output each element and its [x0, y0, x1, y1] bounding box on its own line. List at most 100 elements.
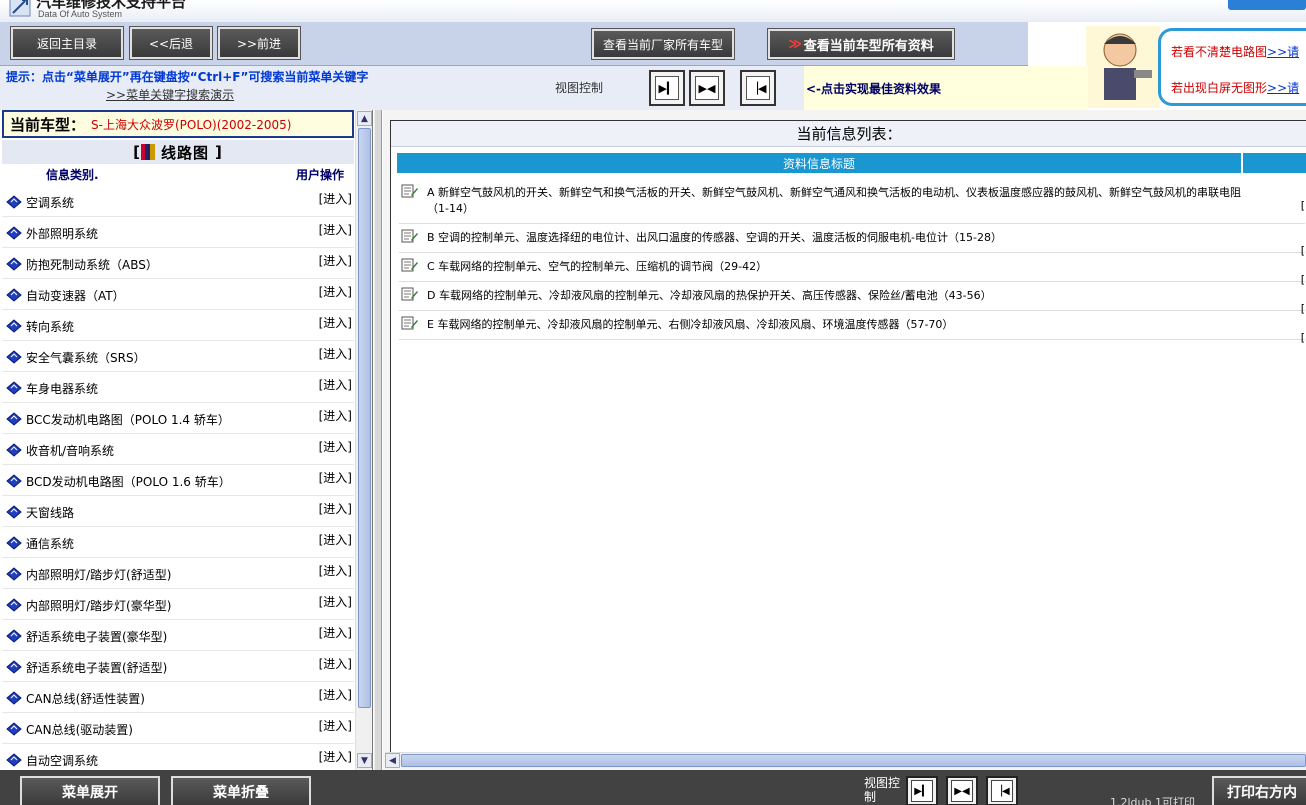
diamond-book-icon	[6, 474, 22, 488]
help-link-2[interactable]: >>请	[1267, 81, 1299, 95]
info-row[interactable]: D 车载网络的控制单元、冷却液风扇的控制单元、冷却液风扇的热保护开关、高压传感器…	[399, 282, 1305, 315]
list-item-label: BCC发动机电路图（POLO 1.4 轿车）	[26, 413, 230, 427]
scrollbar-thumb[interactable]	[358, 128, 371, 708]
scroll-left-icon[interactable]: ◀	[385, 753, 400, 768]
info-row-action[interactable]: [	[1301, 331, 1305, 344]
list-item[interactable]: 外部照明系统 [进入]	[2, 217, 354, 248]
info-row-title: D 车载网络的控制单元、冷却液风扇的控制单元、冷却液风扇的热保护开关、高压传感器…	[427, 289, 992, 302]
list-item-label: 通信系统	[26, 537, 75, 551]
help-link-1[interactable]: >>请	[1267, 45, 1299, 59]
section-bracket-close: ]	[215, 143, 223, 161]
list-item[interactable]: BCC发动机电路图（POLO 1.4 轿车） [进入]	[2, 403, 354, 434]
enter-link[interactable]: [进入]	[319, 562, 352, 579]
enter-link[interactable]: [进入]	[319, 376, 352, 393]
enter-link[interactable]: [进入]	[319, 748, 352, 765]
view-control-label: 视图控制	[555, 81, 604, 95]
list-item[interactable]: 自动空调系统 [进入]	[2, 744, 354, 770]
list-item[interactable]: 舒适系统电子装置(舒适型) [进入]	[2, 651, 354, 682]
enter-link[interactable]: [进入]	[319, 624, 352, 641]
home-button[interactable]: 返回主目录	[10, 26, 124, 60]
search-demo-link[interactable]: >>菜单关键字搜索演示	[106, 86, 234, 103]
info-row[interactable]: E 车载网络的控制单元、冷却液风扇的控制单元、右侧冷却液风扇、冷却液风扇、环境温…	[399, 311, 1305, 344]
menu-expand-button[interactable]: 菜单展开	[20, 776, 160, 805]
document-pencil-icon	[401, 258, 418, 272]
enter-link[interactable]: [进入]	[319, 531, 352, 548]
print-button[interactable]: 打印右方内	[1212, 776, 1306, 805]
enter-link[interactable]: [进入]	[319, 252, 352, 269]
search-hint: 提示：点击“菜单展开”再在键盘按“Ctrl+F”可搜索当前菜单关键字	[6, 70, 369, 84]
list-item[interactable]: 舒适系统电子装置(豪华型) [进入]	[2, 620, 354, 651]
list-item[interactable]: 车身电器系统 [进入]	[2, 372, 354, 403]
enter-link[interactable]: [进入]	[319, 345, 352, 362]
list-item[interactable]: 转向系统 [进入]	[2, 310, 354, 341]
enter-link[interactable]: [进入]	[319, 686, 352, 703]
list-item[interactable]: 内部照明灯/踏步灯(舒适型) [进入]	[2, 558, 354, 589]
list-item[interactable]: BCD发动机电路图（POLO 1.6 轿车） [进入]	[2, 465, 354, 496]
help-line-1: 若看不清楚电路图>>请	[1171, 43, 1299, 60]
list-item-label: 空调系统	[26, 196, 75, 210]
help-line-2: 若出现白屏无图形>>请	[1171, 79, 1299, 96]
double-chevron-icon: ≫	[788, 36, 802, 52]
scroll-up-icon[interactable]: ▲	[357, 111, 372, 126]
model-all-data-button[interactable]: ≫ 查看当前车型所有资料	[767, 28, 955, 60]
info-row-action[interactable]: [	[1301, 199, 1305, 212]
info-panel: 当前信息列表： 资料信息标题 A 新鲜空气鼓风机的开关、新鲜空气和换气活板的开关…	[383, 110, 1306, 770]
list-item-label: 收音机/音响系统	[26, 444, 115, 458]
document-pencil-icon	[401, 229, 418, 243]
enter-link[interactable]: [进入]	[319, 655, 352, 672]
info-hscrollbar[interactable]: ◀	[385, 752, 1306, 768]
list-item-label: CAN总线(驱动装置)	[26, 723, 133, 737]
diamond-book-icon	[6, 722, 22, 736]
info-row[interactable]: B 空调的控制单元、温度选择纽的电位计、出风口温度的传感器、空调的开关、温度活板…	[399, 224, 1305, 257]
arrow-right-bar-icon: ▶▎	[655, 76, 679, 100]
category-scrollbar[interactable]: ▲ ▼	[355, 110, 372, 770]
list-item[interactable]: 天窗线路 [进入]	[2, 496, 354, 527]
category-column-header: 信息类别.	[46, 168, 99, 182]
list-item[interactable]: 自动变速器（AT） [进入]	[2, 279, 354, 310]
list-item[interactable]: 防抱死制动系统（ABS） [进入]	[2, 248, 354, 279]
list-item[interactable]: CAN总线(驱动装置) [进入]	[2, 713, 354, 744]
list-item[interactable]: 安全气囊系统（SRS） [进入]	[2, 341, 354, 372]
bottom-view-expand-right-button[interactable]: ▶▎	[906, 776, 938, 805]
bottom-view-expand-left-button[interactable]: ▕◀	[986, 776, 1018, 805]
enter-link[interactable]: [进入]	[319, 500, 352, 517]
enter-link[interactable]: [进入]	[319, 407, 352, 424]
view-split-button[interactable]: ▶◀	[689, 70, 725, 106]
enter-link[interactable]: [进入]	[319, 438, 352, 455]
enter-link[interactable]: [进入]	[319, 593, 352, 610]
list-item[interactable]: 收音机/音响系统 [进入]	[2, 434, 354, 465]
enter-link[interactable]: [进入]	[319, 314, 352, 331]
diamond-book-icon	[6, 350, 22, 364]
diamond-book-icon	[6, 567, 22, 581]
scroll-down-icon[interactable]: ▼	[357, 753, 372, 768]
list-item[interactable]: 内部照明灯/踏步灯(豪华型) [进入]	[2, 589, 354, 620]
view-expand-left-button[interactable]: ▕◀	[740, 70, 776, 106]
diamond-book-icon	[6, 505, 22, 519]
menu-collapse-button[interactable]: 菜单折叠	[171, 776, 311, 805]
view-expand-right-button[interactable]: ▶▎	[649, 70, 685, 106]
forward-button[interactable]: >>前进	[217, 26, 301, 60]
enter-link[interactable]: [进入]	[319, 717, 352, 734]
enter-link[interactable]: [进入]	[319, 221, 352, 238]
list-item-label: 内部照明灯/踏步灯(舒适型)	[26, 568, 172, 582]
enter-link[interactable]: [进入]	[319, 190, 352, 207]
bottom-view-split-button[interactable]: ▶◀	[946, 776, 978, 805]
hscroll-thumb[interactable]	[401, 754, 1306, 767]
list-item[interactable]: 空调系统 [进入]	[2, 186, 354, 217]
enter-link[interactable]: [进入]	[319, 469, 352, 486]
column-header-extra	[1243, 153, 1306, 173]
list-item[interactable]: 通信系统 [进入]	[2, 527, 354, 558]
top-corner-button[interactable]	[1228, 0, 1306, 10]
info-row[interactable]: C 车载网络的控制单元、空气的控制单元、压缩机的调节阀（29-42）[	[399, 253, 1305, 286]
document-pencil-icon	[401, 184, 418, 198]
list-item-label: 车身电器系统	[26, 382, 99, 396]
info-row[interactable]: A 新鲜空气鼓风机的开关、新鲜空气和换气活板的开关、新鲜空气鼓风机、新鲜空气通风…	[399, 179, 1305, 224]
app-header: 汽车维修技术支持平台 Data Of Auto System	[0, 0, 1306, 22]
maker-models-button[interactable]: 查看当前厂家所有车型	[591, 28, 735, 60]
column-header-title: 资料信息标题	[397, 153, 1241, 173]
panel-splitter[interactable]	[374, 110, 382, 770]
back-button[interactable]: <<后退	[129, 26, 213, 60]
list-item[interactable]: CAN总线(舒适性装置) [进入]	[2, 682, 354, 713]
arrow-left-bar-icon: ▕◀	[991, 780, 1013, 802]
enter-link[interactable]: [进入]	[319, 283, 352, 300]
